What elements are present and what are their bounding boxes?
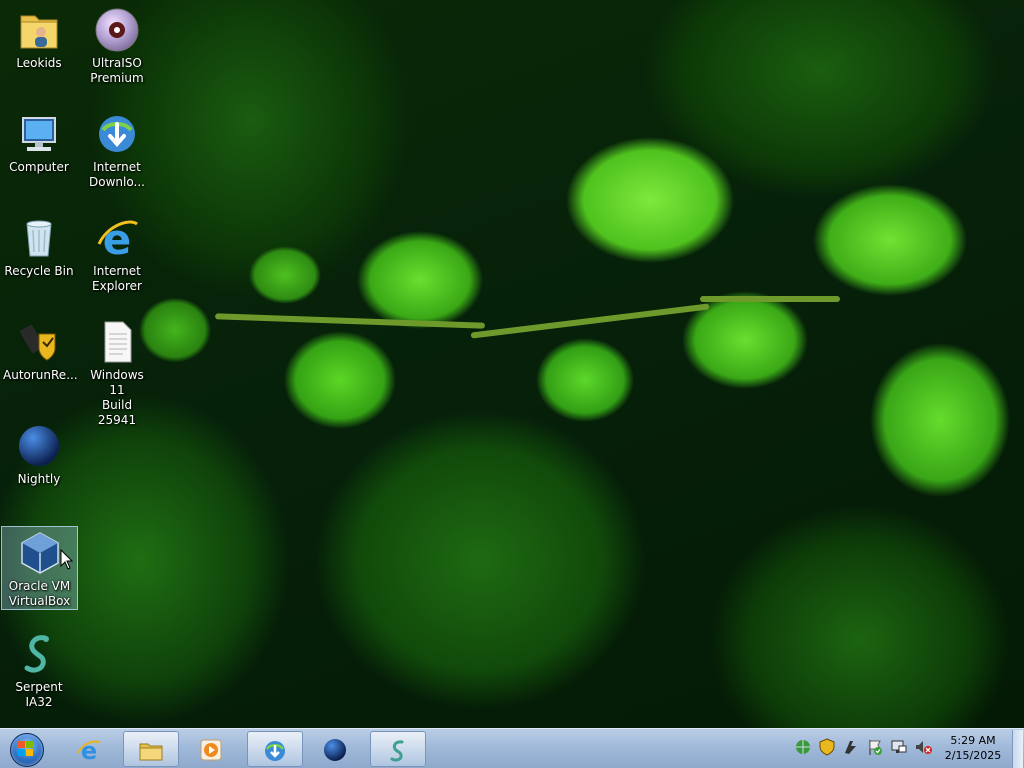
icon-label-line2: Premium (90, 71, 144, 85)
media-player-icon (200, 739, 222, 761)
desktop-wallpaper[interactable]: Leokids Computer Recycle Bin AutorunRe..… (0, 0, 1024, 728)
desktop-icon-recycle-bin[interactable]: Recycle Bin (1, 210, 77, 310)
tray-app-icon[interactable] (841, 737, 861, 757)
desktop-icon-internet-explorer[interactable]: e Internet Explorer (79, 210, 155, 310)
network-monitor-icon[interactable] (889, 737, 909, 757)
desktop-icon-autorun[interactable]: AutorunRe... (1, 314, 78, 414)
usb-shield-icon (15, 318, 63, 366)
user-folder-icon (15, 6, 63, 54)
icon-label: Recycle Bin (4, 264, 74, 278)
virtualbox-icon (16, 529, 64, 577)
clock-date: 2/15/2025 (944, 749, 1002, 762)
volume-muted-icon[interactable] (913, 737, 933, 757)
taskbar-internet-explorer[interactable]: e (62, 731, 118, 767)
taskbar-nightly[interactable] (308, 731, 364, 767)
desktop-icon-leokids[interactable]: Leokids (1, 2, 77, 102)
icon-label-line2: Explorer (92, 279, 142, 293)
icon-label: Leokids (16, 56, 62, 70)
icon-label-line1: Internet (93, 264, 141, 278)
recycle-bin-icon (15, 214, 63, 262)
start-button[interactable] (4, 730, 48, 768)
text-file-icon (93, 318, 141, 366)
icon-label-line1: Windows 11 (90, 368, 144, 397)
action-center-flag-icon[interactable] (865, 737, 885, 757)
download-manager-icon (93, 110, 141, 158)
icon-label-line2: Build 25941 (97, 398, 137, 427)
network-globe-icon[interactable] (793, 737, 813, 757)
shield-icon[interactable] (817, 737, 837, 757)
icon-label: Computer (9, 160, 69, 174)
taskbar-download-manager[interactable] (247, 731, 303, 767)
download-manager-icon (265, 741, 285, 761)
firefox-nightly-icon (15, 422, 63, 470)
icon-label-line1: UltraISO (92, 56, 142, 70)
taskbar: e 5:29 AM 2/15/2025 (0, 728, 1024, 768)
desktop-icon-ultraiso[interactable]: UltraISO Premium (79, 2, 155, 102)
taskbar-windows-explorer[interactable] (123, 731, 179, 767)
icon-label-line2: Downlo... (89, 175, 145, 189)
icon-label: AutorunRe... (3, 368, 78, 382)
internet-explorer-icon: e (93, 214, 141, 264)
icon-label: Nightly (17, 472, 61, 486)
folder-icon (139, 743, 163, 761)
desktop-icon-windows11-build[interactable]: Windows 11 Build 25941 (79, 314, 155, 427)
show-desktop-button[interactable] (1012, 730, 1023, 768)
icon-label-line2: VirtualBox (8, 594, 71, 608)
serpent-icon (15, 630, 63, 678)
serpent-icon (390, 740, 404, 762)
system-clock[interactable]: 5:29 AM 2/15/2025 (940, 733, 1006, 763)
disc-icon (93, 6, 141, 54)
vine-branch (700, 296, 840, 302)
vine-branch (470, 303, 710, 339)
icon-label-line1: Internet (93, 160, 141, 174)
internet-explorer-icon: e (77, 737, 101, 763)
clock-time: 5:29 AM (950, 734, 996, 747)
taskbar-media-player[interactable] (184, 731, 240, 767)
desktop-icon-serpent[interactable]: Serpent IA32 (1, 626, 77, 726)
icon-label-line1: Oracle VM (8, 579, 71, 593)
computer-icon (15, 110, 63, 158)
desktop-icon-internet-download-manager[interactable]: Internet Downlo... (79, 106, 155, 206)
icon-label: Serpent IA32 (15, 680, 63, 709)
desktop-icon-nightly[interactable]: Nightly (1, 418, 77, 518)
mouse-cursor-icon (60, 549, 74, 570)
desktop-icon-computer[interactable]: Computer (1, 106, 77, 206)
vine-branch (214, 313, 486, 329)
firefox-nightly-icon (324, 739, 346, 761)
taskbar-serpent[interactable] (370, 731, 426, 767)
windows-flag-icon (18, 741, 34, 757)
